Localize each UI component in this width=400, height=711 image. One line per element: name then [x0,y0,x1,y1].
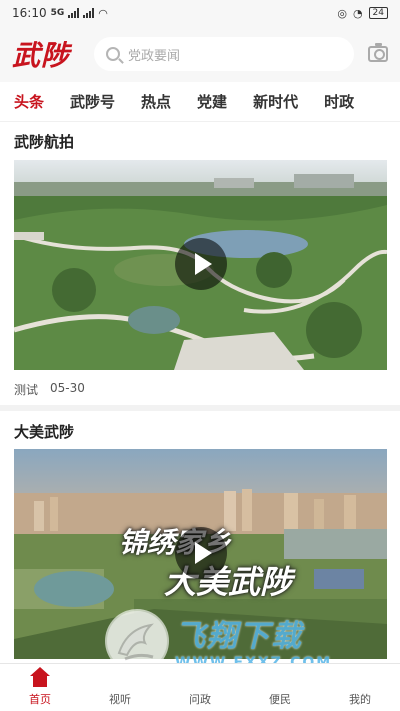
user-icon [349,667,371,689]
watermark-name: 飞翔下载 [175,619,303,654]
video-thumbnail[interactable] [14,160,387,370]
tab-headline[interactable]: 头条 [14,91,44,112]
alarm-icon: ◎ [337,6,347,20]
category-tabs: 头条 武陟号 热点 党建 新时代 时政 [0,82,400,122]
status-bar: 16:10 5G ◠ ◎ ◔ 24 [0,0,400,26]
signal-icon [68,8,80,18]
service-icon [269,667,291,689]
video-icon [109,667,131,689]
status-time: 16:10 [12,6,47,20]
tab-politics[interactable]: 时政 [324,91,354,112]
nav-home-label: 首页 [29,693,51,706]
network-label: 5G [50,8,65,18]
wifi-icon: ◠ [98,6,108,20]
card-title[interactable]: 武陟航拍 [14,131,74,152]
status-left: 16:10 5G ◠ [12,6,108,20]
tab-new-era[interactable]: 新时代 [253,91,298,112]
divider [0,405,400,411]
battery-indicator: 24 [368,7,388,19]
nav-service-label: 便民 [269,693,291,706]
nav-profile[interactable]: 我的 [330,667,390,707]
card-meta: 测试 05-30 [14,381,85,398]
nav-inquiry[interactable]: 问政 [170,667,230,707]
app-logo[interactable]: 武陟 [12,34,90,74]
question-icon [189,667,211,689]
nav-video-label: 视听 [109,693,131,706]
home-icon [29,667,51,689]
bottom-navigation: 首页 视听 问政 便民 我的 [0,663,400,711]
search-icon [106,47,120,61]
play-button[interactable] [175,527,227,579]
nav-service[interactable]: 便民 [250,667,310,707]
nav-inquiry-label: 问政 [189,693,211,706]
clock-icon: ◔ [352,6,363,20]
watermark-text: 飞翔下载 WWW.FXXZ.COM [175,611,332,671]
nav-home[interactable]: 首页 [10,667,70,707]
tab-hotspot[interactable]: 热点 [141,91,171,112]
card-title[interactable]: 大美武陟 [14,421,74,442]
search-placeholder: 党政要闻 [128,48,181,64]
search-bar[interactable]: 党政要闻 [94,37,354,71]
signal-icon-2 [83,8,95,18]
status-right: ◎ ◔ 24 [337,7,388,20]
card-source: 测试 [14,383,39,397]
card-date: 05-30 [50,381,85,395]
camera-icon[interactable] [368,43,388,62]
tab-wuzhi-hao[interactable]: 武陟号 [70,91,115,112]
tab-party-building[interactable]: 党建 [197,91,227,112]
app-header: 武陟 党政要闻 [0,26,400,82]
play-button[interactable] [175,238,227,290]
nav-video[interactable]: 视听 [90,667,150,707]
nav-profile-label: 我的 [349,693,371,706]
